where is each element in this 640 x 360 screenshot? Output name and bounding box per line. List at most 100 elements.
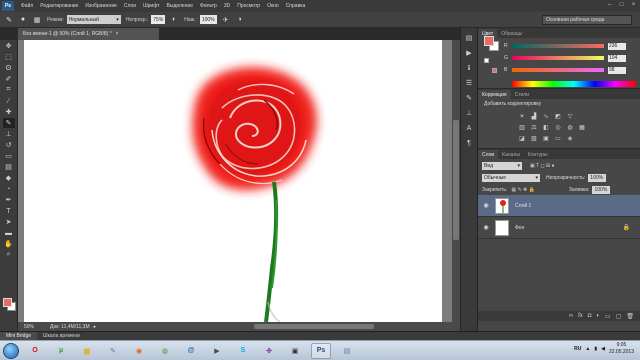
language-indicator[interactable]: RU [574,346,581,352]
hue-saturation-icon[interactable]: ▥ [518,124,526,131]
actions-icon[interactable]: ▶ [464,48,474,58]
lock-icons[interactable]: ▦ ✎ ✥ 🔒 [511,187,535,193]
pen-tool-icon[interactable]: ✒ [3,195,15,205]
menu-select[interactable]: Выделение [167,3,194,9]
workspace-select[interactable]: Основная рабочая среда [542,15,632,25]
foreground-color-swatch[interactable] [3,298,12,307]
g-value[interactable]: 104 [608,54,626,62]
zoom-level[interactable]: 50% [24,324,40,330]
utorrent-icon[interactable]: µ [51,343,71,359]
info-icon[interactable]: ℹ [464,63,474,73]
brush-panel-icon[interactable]: ▦ [32,15,42,25]
firefox-icon[interactable]: ◉ [129,343,149,359]
tab-adjustments[interactable]: Коррекция [478,90,511,99]
close-window-button[interactable]: × [629,1,638,9]
warning-swatch[interactable] [484,58,489,63]
history-icon[interactable]: ▤ [464,33,474,43]
layer-filter-select[interactable]: Вид ▾ [482,162,522,170]
threshold-icon[interactable]: ▣ [542,135,550,142]
layer-opacity-input[interactable]: 100% [588,174,607,182]
brush-size-icon[interactable]: ● [18,15,28,25]
mode-select[interactable]: Нормальный ▾ [66,15,121,24]
blend-mode-select[interactable]: Обычные ▾ [482,174,540,182]
new-adjustment-icon[interactable]: ◐ [596,313,600,319]
pressure-size-icon[interactable]: ◑ [235,15,245,25]
menu-filter[interactable]: Фильтр [200,3,217,9]
tab-channels[interactable]: Каналы [498,150,524,159]
clone-stamp-tool-icon[interactable]: ⊥ [3,129,15,139]
menu-help[interactable]: Справка [286,3,306,9]
fill-input[interactable]: 100% [592,186,611,194]
eyedropper-tool-icon[interactable]: ⁄ [3,96,15,106]
document-tab[interactable]: Без имени-1 @ 50% (Слой 1, RGB/8) * × [18,28,160,40]
history-brush-tool-icon[interactable]: ↺ [3,140,15,150]
invert-icon[interactable]: ◪ [518,135,526,142]
dark-app-icon[interactable]: ▣ [285,343,305,359]
tab-mini-bridge[interactable]: Mini Bridge [0,332,38,340]
tray-arrow-icon[interactable]: ▲ [585,346,590,352]
link-layers-icon[interactable]: ∞ [569,313,573,319]
eye-icon[interactable]: ◉ [481,202,491,210]
maximize-button[interactable]: □ [617,1,626,9]
marquee-tool-icon[interactable]: ⬚ [3,52,15,62]
paint-icon[interactable]: ✎ [103,343,123,359]
crop-tool-icon[interactable]: ⌗ [3,85,15,95]
opera-icon[interactable]: O [25,343,45,359]
panel-foreground-color[interactable] [484,36,494,46]
skype-icon[interactable]: S [233,343,253,359]
menu-file[interactable]: Файл [21,3,33,9]
trash-icon[interactable]: 🗑 [626,313,634,320]
shape-tool-icon[interactable]: ▬ [3,228,15,238]
b-value[interactable]: 98 [608,66,626,74]
airbrush-icon[interactable]: ✈ [221,15,231,25]
color-lookup-icon[interactable]: ▦ [578,124,586,131]
posterize-icon[interactable]: ▨ [530,135,538,142]
horizontal-scroll-thumb[interactable] [254,324,374,329]
tab-paths[interactable]: Контуры [524,150,552,159]
brush-presets-icon[interactable]: ✎ [464,93,474,103]
type-tool-icon[interactable]: T [3,206,15,216]
color-swatches[interactable] [3,298,17,312]
new-layer-icon[interactable]: ▢ [616,313,622,320]
clone-source-icon[interactable]: ⊥ [464,108,474,118]
blur-tool-icon[interactable]: ◆ [3,173,15,183]
gradient-tool-icon[interactable]: ▤ [3,162,15,172]
vertical-scroll-thumb[interactable] [453,120,459,240]
menu-image[interactable]: Изображение [85,3,117,9]
dodge-tool-icon[interactable]: ◔ [3,184,15,194]
eye-icon[interactable]: ◉ [481,224,491,232]
canvas[interactable] [24,40,442,322]
selective-color-icon[interactable]: ◈ [566,135,574,142]
g-slider[interactable] [512,56,604,60]
levels-icon[interactable]: ▟ [530,113,538,120]
photoshop-icon[interactable]: Ps [311,342,331,359]
brightness-icon[interactable]: ☀ [518,113,526,120]
vibrance-icon[interactable]: ▽ [566,113,574,120]
move-tool-icon[interactable]: ✥ [3,41,15,51]
opacity-input[interactable]: 75% [151,15,166,24]
color-spectrum[interactable] [512,81,636,87]
pinwheel-icon[interactable]: ✤ [259,343,279,359]
tab-timeline[interactable]: Шкала времени [37,332,86,340]
menu-window[interactable]: Окно [267,3,279,9]
character-icon[interactable]: A [464,123,474,133]
menu-layers[interactable]: Слои [124,3,136,9]
menu-view[interactable]: Просмотр [237,3,260,9]
black-white-icon[interactable]: ◧ [542,124,550,131]
email-icon[interactable]: @ [181,343,201,359]
curves-icon[interactable]: ∿ [542,113,550,120]
brush-tool-icon[interactable]: ✎ [2,118,15,128]
add-mask-icon[interactable]: ◘ [588,313,592,319]
chrome-icon[interactable]: ◍ [155,343,175,359]
paragraph-icon[interactable]: ¶ [464,138,474,148]
volume-icon[interactable]: ◀ [601,346,605,352]
menu-type[interactable]: Шрифт [143,3,159,9]
folder-icon[interactable]: ▆ [77,343,97,359]
r-slider[interactable] [512,44,604,48]
lasso-tool-icon[interactable]: ʘ [3,63,15,73]
layer-row-background[interactable]: ◉ Фон 🔒 [478,217,640,239]
channel-mixer-icon[interactable]: ◍ [566,124,574,131]
exposure-icon[interactable]: ◩ [554,113,562,120]
b-slider[interactable] [512,68,604,72]
menu-edit[interactable]: Редактирование [40,3,78,9]
